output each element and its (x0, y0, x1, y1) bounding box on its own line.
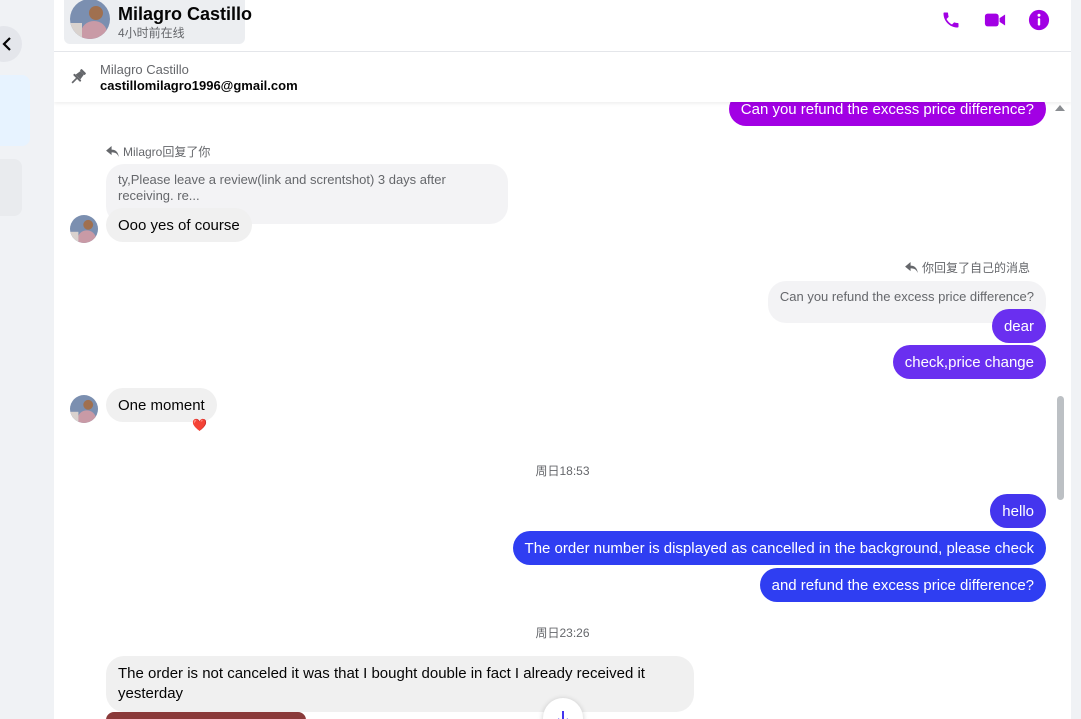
conversation-list-edge (0, 0, 38, 719)
contact-profile-button[interactable]: Milagro Castillo 4小时前在线 (64, 0, 252, 44)
message-outgoing[interactable]: dear (991, 309, 1046, 343)
conversation-item-active[interactable] (0, 75, 30, 146)
reply-label: Milagro回复了你 (123, 145, 211, 159)
message-outgoing[interactable]: check,price change (892, 345, 1046, 379)
collapse-button[interactable] (0, 26, 22, 62)
message-incoming[interactable]: The order is not canceled it was that I … (106, 656, 694, 712)
contact-name: Milagro Castillo (118, 4, 253, 24)
heart-reaction-icon[interactable]: ❤️ (192, 418, 207, 432)
reply-indicator: 你回复了自己的消息 (905, 259, 1030, 276)
conversation-item[interactable] (0, 159, 22, 216)
pin-icon (71, 69, 86, 84)
reply-icon (106, 146, 119, 157)
scroll-up-arrow-icon[interactable] (1055, 104, 1065, 112)
reply-icon (905, 262, 918, 273)
video-call-button[interactable] (983, 8, 1007, 32)
info-icon (1028, 9, 1050, 31)
message-timestamp: 周日23:26 (535, 626, 590, 640)
chevron-left-icon (2, 37, 11, 51)
contact-status: 4小时前在线 (118, 26, 185, 40)
pinned-message-bar[interactable]: Milagro Castillo castillomilagro1996@gma… (54, 52, 1071, 102)
message-timestamp: 周日18:53 (535, 464, 590, 478)
message-outgoing[interactable]: The order number is displayed as cancell… (512, 531, 1046, 565)
reply-indicator: Milagro回复了你 (106, 143, 210, 160)
chat-panel: Milagro Castillo 4小时前在线 Milagro Castillo… (38, 0, 1081, 719)
conversation-info-button[interactable] (1027, 8, 1051, 32)
pinned-email: castillomilagro1996@gmail.com (100, 78, 298, 93)
chat-window: Milagro Castillo 4小时前在线 Milagro Castillo… (54, 0, 1071, 719)
chat-header: Milagro Castillo 4小时前在线 (54, 0, 1071, 52)
phone-icon (943, 12, 959, 28)
arrow-down-icon (558, 711, 568, 719)
message-outgoing[interactable]: hello (990, 494, 1046, 528)
scrollbar-thumb[interactable] (1057, 396, 1064, 500)
message-incoming[interactable]: Ooo yes of course (106, 208, 252, 242)
contact-avatar-small (70, 395, 98, 423)
reply-label: 你回复了自己的消息 (921, 261, 1030, 275)
message-outgoing[interactable]: and refund the excess price difference? (759, 568, 1046, 602)
image-attachment[interactable] (106, 712, 306, 719)
message-incoming[interactable]: One moment (106, 388, 217, 422)
contact-avatar-small (70, 215, 98, 243)
video-icon (984, 13, 1006, 27)
contact-avatar (70, 0, 110, 39)
audio-call-button[interactable] (939, 8, 963, 32)
pinned-contact-name: Milagro Castillo (100, 62, 189, 77)
